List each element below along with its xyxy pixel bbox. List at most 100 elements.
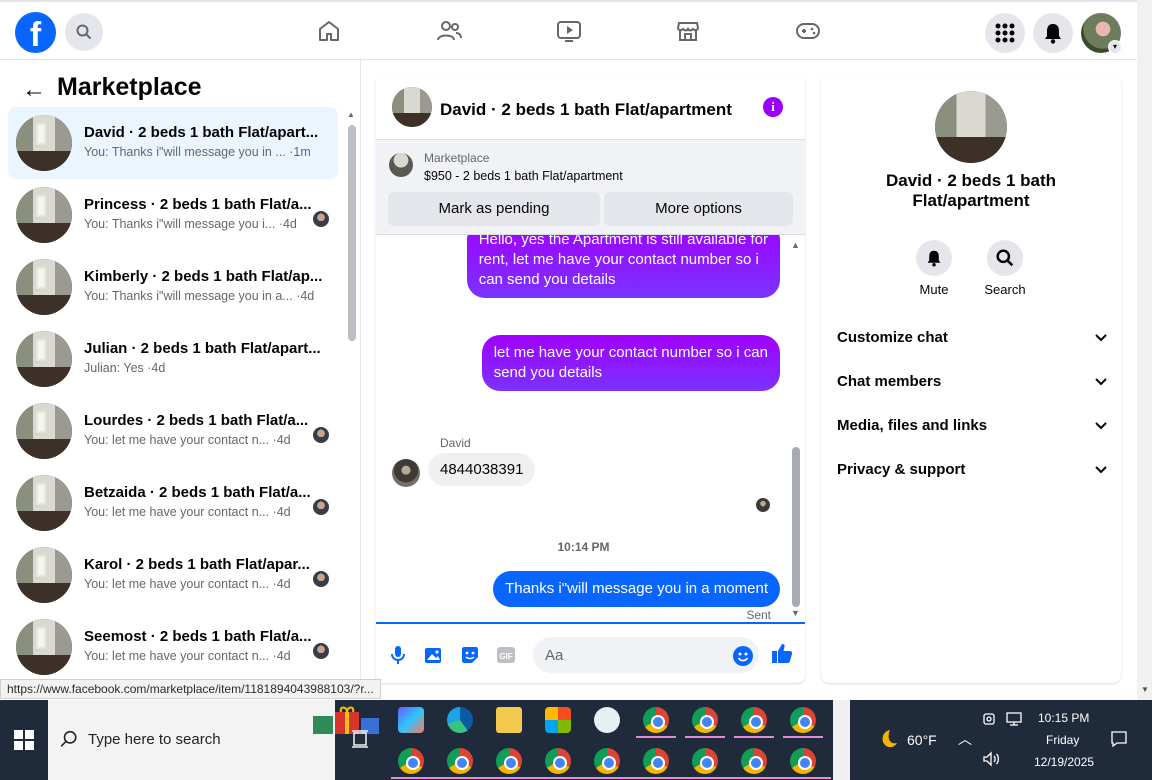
microsoft-store-icon[interactable] [545,707,571,733]
conversation-item[interactable]: Karol · 2 beds 1 bath Flat/apar... You: l… [8,539,338,611]
camera-icon[interactable] [982,711,998,727]
chrome-app-icon[interactable] [545,748,571,774]
listing-price-title[interactable]: $950 - 2 beds 1 bath Flat/apartment [424,169,623,183]
sticker-button[interactable] [459,644,481,666]
info-icon[interactable]: i [763,97,783,117]
section-privacy-support[interactable]: Privacy & support [837,461,1107,489]
chat-window: David · 2 beds 1 bath Flat/apartment i M… [376,75,805,683]
voice-clip-button[interactable] [387,644,409,666]
windows-start-icon[interactable] [14,730,34,750]
read-receipt-avatar [313,499,329,515]
more-options-button[interactable]: More options [604,192,793,226]
scroll-down-arrow-icon[interactable]: ▼ [1141,685,1149,694]
taskbar-overflow-scrollbar[interactable] [833,700,850,780]
nav-marketplace[interactable] [673,16,703,46]
chrome-app-icon[interactable] [447,748,473,774]
clock-time[interactable]: 10:15 PM [1038,711,1089,725]
snipping-tool-icon[interactable] [594,707,620,733]
chat-listing-avatar[interactable] [392,87,432,127]
nav-video[interactable] [554,16,584,46]
conversation-item[interactable]: Kimberly · 2 beds 1 bath Flat/ap... You: … [8,251,338,323]
file-explorer-icon[interactable] [496,707,522,733]
photo-icon [425,648,441,663]
nav-friends[interactable] [434,16,464,46]
conversation-title: Seemost · 2 beds 1 bath Flat/a... [84,628,312,645]
outgoing-message[interactable]: Thanks i"will message you in a moment [493,571,780,607]
section-chat-members[interactable]: Chat members [837,373,1107,401]
chrome-app-icon[interactable] [741,748,767,774]
section-customize-chat[interactable]: Customize chat [837,329,1107,357]
scroll-up-arrow-icon[interactable]: ▲ [791,240,800,250]
conversation-item[interactable]: Princess · 2 beds 1 bath Flat/a... You: T… [8,179,338,251]
weather-temperature[interactable]: 60°F [907,732,937,748]
message-input[interactable] [533,637,759,673]
attach-photo-button[interactable] [423,644,445,666]
listing-avatar[interactable] [935,91,1007,163]
read-receipt-avatar [313,571,329,587]
scroll-down-arrow-icon[interactable]: ▼ [791,608,800,618]
conversation-list-scrollbar[interactable] [348,125,356,341]
volume-icon[interactable] [982,751,1000,767]
listing-thumbnail[interactable] [389,153,413,177]
network-icon[interactable] [1005,711,1023,727]
clock-date[interactable]: 12/19/2025 [1034,755,1094,769]
chrome-app-icon[interactable] [496,748,522,774]
conversation-title: David · 2 beds 1 bath Flat/apart... [84,124,319,141]
back-arrow-icon[interactable]: ← [22,76,46,104]
search-button[interactable] [65,13,103,51]
conversation-title: Kimberly · 2 beds 1 bath Flat/ap... [84,268,323,285]
conversation-item[interactable]: Seemost · 2 beds 1 bath Flat/a... You: le… [8,611,338,683]
thumbs-up-button[interactable] [771,642,793,664]
show-hidden-icons-chevron-icon[interactable]: ︿ [958,729,972,749]
taskbar-search-box[interactable]: Type here to search [48,700,379,780]
listing-thumbnail [16,547,72,603]
chrome-app-icon[interactable] [692,748,718,774]
incoming-message[interactable]: 4844038391 [428,453,536,486]
chrome-app-icon[interactable] [741,707,767,733]
chrome-app-icon[interactable] [643,748,669,774]
mark-as-pending-button[interactable]: Mark as pending [388,192,600,226]
menu-button[interactable] [985,13,1025,53]
chrome-app-icon[interactable] [643,707,669,733]
notifications-button[interactable] [1033,13,1073,53]
mute-button[interactable]: Mute [904,240,964,297]
chrome-app-icon[interactable] [790,707,816,733]
gaming-icon [796,23,820,39]
conversation-item[interactable]: Betzaida · 2 beds 1 bath Flat/a... You: l… [8,467,338,539]
gif-button[interactable]: GIF [495,644,517,666]
copilot-app-icon[interactable] [398,707,424,733]
windows-taskbar: Type here to search 60°F ︿ 10:15 PM Frid… [0,700,1152,780]
emoji-icon[interactable] [733,646,753,666]
message-composer: GIF [376,622,805,683]
moon-weather-icon[interactable] [876,728,898,750]
conversation-name: David · 2 beds 1 bath Flat/apartment [885,171,1057,210]
conversation-item[interactable]: Julian · 2 beds 1 bath Flat/apart... Juli… [8,323,338,395]
conversation-item[interactable]: David · 2 beds 1 bath Flat/apart... You: … [8,107,338,179]
chat-title[interactable]: David · 2 beds 1 bath Flat/apartment [440,100,732,120]
edge-app-icon[interactable] [447,707,473,733]
clock-day[interactable]: Friday [1046,733,1079,747]
nav-home[interactable] [314,16,344,46]
thread-scrollbar[interactable] [792,447,800,607]
conversation-item[interactable]: Lourdes · 2 beds 1 bath Flat/a... You: le… [8,395,338,467]
outgoing-message[interactable]: let me have your contact number so i can… [481,335,780,391]
chevron-down-icon[interactable]: ▾ [1108,40,1122,54]
chrome-app-icon[interactable] [594,748,620,774]
outgoing-message[interactable]: Hello, yes the Apartment is still availa… [466,235,780,298]
mute-label: Mute [919,282,949,297]
search-in-conversation-button[interactable]: Search [975,240,1035,297]
facebook-logo[interactable]: f [15,12,56,54]
scroll-up-arrow-icon[interactable]: ▲ [347,110,355,119]
listing-thumbnail [16,475,72,531]
chrome-app-icon[interactable] [692,707,718,733]
nav-gaming[interactable] [793,16,823,46]
notification-center-icon[interactable] [1110,730,1128,748]
task-view-icon[interactable] [351,730,369,748]
listing-thumbnail [16,619,72,675]
chrome-app-icon[interactable] [398,748,424,774]
conversation-preview: You: let me have your contact n... ·4d [84,433,291,447]
section-media-files-links[interactable]: Media, files and links [837,417,1107,445]
chrome-app-icon[interactable] [790,748,816,774]
page-scrollbar[interactable] [1137,0,1152,700]
sender-avatar[interactable] [392,459,420,487]
